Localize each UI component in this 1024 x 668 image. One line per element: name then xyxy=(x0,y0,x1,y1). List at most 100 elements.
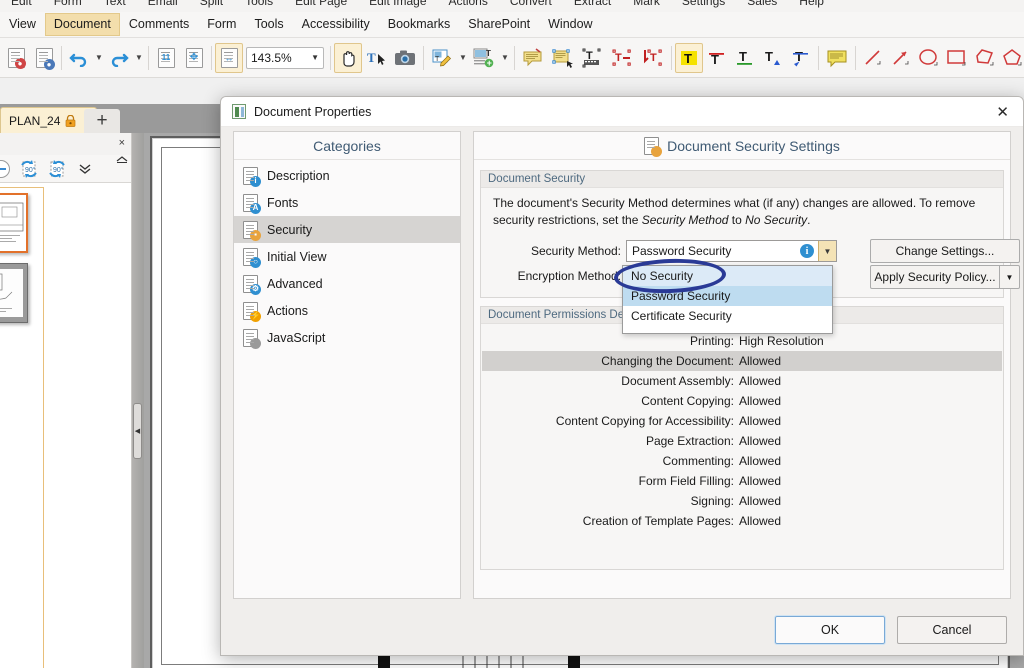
permission-row: Page Extraction:Allowed xyxy=(482,431,1002,451)
undo-dropdown-caret[interactable]: ▼ xyxy=(93,53,105,62)
cancel-button[interactable]: Cancel xyxy=(897,616,1007,644)
dialog-title-bar[interactable]: Document Properties ✕ xyxy=(221,97,1023,127)
dropdown-option-no-security[interactable]: No Security xyxy=(623,266,832,286)
close-icon[interactable]: ✕ xyxy=(992,103,1013,121)
hand-tool-icon[interactable] xyxy=(334,43,362,73)
category-item-advanced[interactable]: ⚙Advanced xyxy=(234,270,460,297)
edit-content-icon[interactable]: T xyxy=(427,43,457,73)
ribbon-tab-email[interactable]: Email xyxy=(137,0,189,8)
menu-item-comments[interactable]: Comments xyxy=(120,13,198,36)
dropdown-option-password-security[interactable]: Password Security xyxy=(623,286,832,306)
ellipse-icon[interactable] xyxy=(915,43,943,73)
ribbon-tab-edit-page[interactable]: Edit Page xyxy=(284,0,358,8)
apply-security-policy-button[interactable]: Apply Security Policy... xyxy=(870,265,1000,289)
menu-item-sharepoint[interactable]: SharePoint xyxy=(459,13,539,36)
menu-item-accessibility[interactable]: Accessibility xyxy=(293,13,379,36)
insert-text-icon[interactable]: T xyxy=(638,43,668,73)
menu-item-window[interactable]: Window xyxy=(539,13,601,36)
thumbnail-page-1[interactable] xyxy=(0,193,28,253)
panel-collapse-handle[interactable]: ◀ xyxy=(133,403,142,459)
ribbon-tab-actions[interactable]: Actions xyxy=(438,0,499,8)
callout-icon[interactable] xyxy=(822,43,852,73)
menu-item-tools[interactable]: Tools xyxy=(245,13,292,36)
category-item-actions[interactable]: ⚡Actions xyxy=(234,297,460,324)
panel-splitter[interactable]: ◀ xyxy=(132,133,144,668)
rectangle-icon[interactable] xyxy=(943,43,971,73)
replace-text-icon[interactable]: T xyxy=(608,43,638,73)
permission-value: Allowed xyxy=(739,374,781,388)
category-item-security[interactable]: ▪Security xyxy=(234,216,460,243)
rotate-right-90-icon[interactable]: 90° xyxy=(44,157,70,181)
highlight-text-icon[interactable]: T xyxy=(675,43,703,73)
document-tab-plan24[interactable]: PLAN_24 × xyxy=(0,107,97,133)
dropdown-option-certificate-security[interactable]: Certificate Security xyxy=(623,306,832,326)
typewriter-icon[interactable]: T xyxy=(578,43,608,73)
category-item-description[interactable]: iDescription xyxy=(234,162,460,189)
text-box-icon[interactable] xyxy=(548,43,578,73)
strikeout-text-icon[interactable]: T xyxy=(703,43,731,73)
ribbon-tab-convert[interactable]: Convert xyxy=(499,0,563,8)
ribbon-tab-edit[interactable]: Edit xyxy=(0,0,43,8)
pan-page-icon[interactable]: ✥ xyxy=(180,43,208,73)
ribbon-tab-mark[interactable]: Mark xyxy=(622,0,671,8)
ribbon-tabs-row-cutoff: EditFormTextEmailSplitToolsEdit PageEdit… xyxy=(0,0,1024,12)
category-item-fonts[interactable]: AFonts xyxy=(234,189,460,216)
ok-button[interactable]: OK xyxy=(775,616,885,644)
snapshot-icon[interactable] xyxy=(390,43,420,73)
caret-text-icon[interactable]: T xyxy=(759,43,787,73)
categories-list[interactable]: iDescriptionAFonts▪Security○Initial View… xyxy=(234,160,460,351)
ribbon-tab-settings[interactable]: Settings xyxy=(671,0,736,8)
category-item-javascript[interactable]: JavaScript xyxy=(234,324,460,351)
ribbon-tab-sales[interactable]: Sales xyxy=(736,0,788,8)
ribbon-tab-edit-image[interactable]: Edit Image xyxy=(358,0,437,8)
thumbnail-list[interactable] xyxy=(0,183,131,668)
add-image-caret[interactable]: ▼ xyxy=(499,53,511,62)
rotate-left-90-icon[interactable]: 90° xyxy=(16,157,42,181)
permission-row: Document Assembly:Allowed xyxy=(482,371,1002,391)
ribbon-tab-extract[interactable]: Extract xyxy=(563,0,622,8)
zoom-out-icon[interactable] xyxy=(0,157,14,181)
menu-item-document[interactable]: Document xyxy=(45,13,120,36)
apply-security-policy-dropdown-caret[interactable]: ▼ xyxy=(1000,265,1020,289)
change-settings-button[interactable]: Change Settings... xyxy=(870,239,1020,263)
zoom-level-combobox[interactable]: 143.5% ▼ xyxy=(246,47,324,69)
chevron-down-icon[interactable]: ▼ xyxy=(311,53,319,62)
select-text-icon[interactable]: T xyxy=(362,43,390,73)
line-icon[interactable] xyxy=(859,43,887,73)
redo-dropdown-caret[interactable]: ▼ xyxy=(133,53,145,62)
security-method-dropdown-list[interactable]: No SecurityPassword SecurityCertificate … xyxy=(622,265,833,334)
info-icon[interactable]: i xyxy=(800,244,814,258)
undo-icon[interactable] xyxy=(65,43,93,73)
redo-icon[interactable] xyxy=(105,43,133,73)
menu-item-form[interactable]: Form xyxy=(198,13,245,36)
ribbon-tab-split[interactable]: Split xyxy=(189,0,234,8)
certify-document-icon[interactable]: ● xyxy=(2,43,30,73)
arrow-icon[interactable] xyxy=(887,43,915,73)
security-method-combobox[interactable]: Password Security i ▼ xyxy=(626,240,837,262)
collapse-icon[interactable] xyxy=(115,153,129,165)
permission-key: Content Copying: xyxy=(482,394,739,408)
sticky-note-icon[interactable] xyxy=(518,43,548,73)
edit-content-caret[interactable]: ▼ xyxy=(457,53,469,62)
find-in-document-icon[interactable]: ● xyxy=(30,43,58,73)
ribbon-tab-form[interactable]: Form xyxy=(43,0,93,8)
polygon-icon[interactable] xyxy=(999,43,1024,73)
ribbon-tab-tools[interactable]: Tools xyxy=(234,0,284,8)
close-icon[interactable]: × xyxy=(119,137,125,149)
ribbon-tab-text[interactable]: Text xyxy=(93,0,137,8)
squiggly-text-icon[interactable]: T xyxy=(787,43,815,73)
menu-item-bookmarks[interactable]: Bookmarks xyxy=(379,13,460,36)
underline-text-icon[interactable]: T xyxy=(731,43,759,73)
fit-page-icon[interactable]: ↔ xyxy=(215,43,243,73)
menu-item-view[interactable]: View xyxy=(0,13,45,36)
chevron-down-icon[interactable]: ▼ xyxy=(818,241,836,261)
more-options-icon[interactable] xyxy=(72,157,98,181)
thumbnail-page-2[interactable] xyxy=(0,263,28,323)
add-image-icon[interactable]: T+ xyxy=(469,43,499,73)
new-tab-button[interactable]: + xyxy=(84,109,120,133)
category-item-initial-view[interactable]: ○Initial View xyxy=(234,243,460,270)
permissions-table: Printing:High ResolutionChanging the Doc… xyxy=(482,331,1002,531)
page-number-icon[interactable]: 11 xyxy=(152,43,180,73)
ribbon-tab-help[interactable]: Help xyxy=(788,0,835,8)
polyline-icon[interactable] xyxy=(971,43,999,73)
